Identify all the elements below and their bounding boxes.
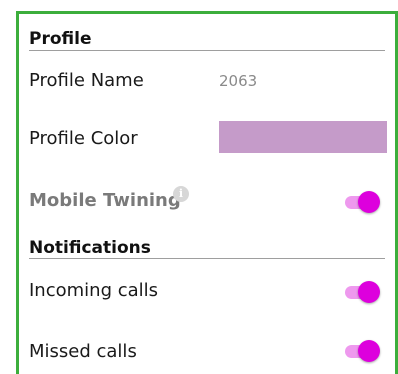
profile-section-title: Profile	[29, 29, 92, 49]
missed-calls-label: Missed calls	[29, 341, 137, 362]
profile-name-label: Profile Name	[29, 70, 144, 91]
profile-color-swatch[interactable]	[219, 121, 387, 153]
missed-calls-toggle-thumb	[358, 340, 380, 362]
missed-calls-toggle[interactable]	[345, 340, 380, 362]
info-icon[interactable]: i	[173, 186, 189, 202]
notifications-divider	[29, 258, 385, 259]
profile-name-value[interactable]: 2063	[219, 72, 257, 90]
incoming-calls-label: Incoming calls	[29, 280, 159, 301]
settings-panel: Profile Profile Name 2063 Profile Color …	[16, 11, 398, 374]
notifications-section-title: Notifications	[29, 238, 151, 258]
incoming-calls-toggle[interactable]	[345, 281, 380, 303]
mobile-twining-toggle[interactable]	[345, 191, 380, 213]
profile-color-label: Profile Color	[29, 128, 138, 149]
mobile-twining-label: Mobile Twining	[29, 190, 181, 211]
profile-divider	[29, 50, 385, 51]
incoming-calls-toggle-thumb	[358, 281, 380, 303]
mobile-twining-toggle-thumb	[358, 191, 380, 213]
